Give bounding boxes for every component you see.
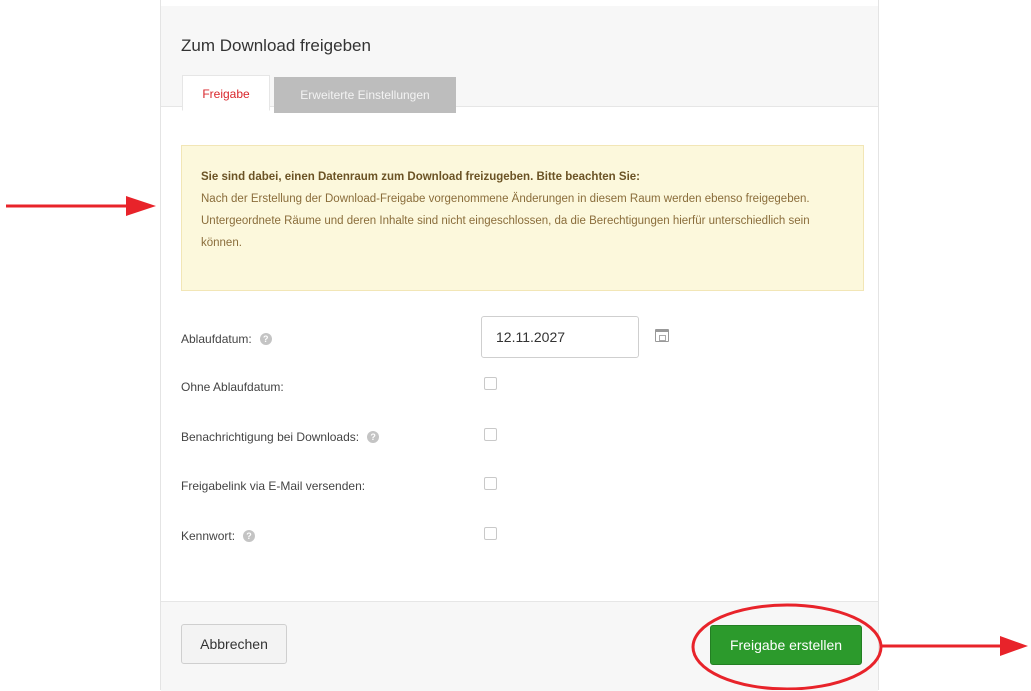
password-label: Kennwort: <box>181 529 236 543</box>
password-checkbox[interactable] <box>484 527 497 540</box>
email-label: Freigabelink via E-Mail versenden: <box>181 479 366 493</box>
email-row-label: Freigabelink via E-Mail versenden: <box>181 479 365 493</box>
email-link-checkbox[interactable] <box>484 477 497 490</box>
expiry-date-input[interactable] <box>481 316 639 358</box>
notify-row-label: Benachrichtigung bei Downloads: ? <box>181 430 380 444</box>
share-download-dialog: Zum Download freigeben Freigabe Erweiter… <box>160 0 879 691</box>
no-expiry-row-label: Ohne Ablaufdatum: <box>181 380 284 394</box>
notify-downloads-checkbox[interactable] <box>484 428 497 441</box>
cancel-button[interactable]: Abbrechen <box>181 624 287 664</box>
expiry-label: Ablaufdatum: <box>181 332 252 346</box>
create-share-button[interactable]: Freigabe erstellen <box>710 625 862 665</box>
notice-line-2: Untergeordnete Räume und deren Inhalte s… <box>201 215 810 249</box>
arrow-right-icon <box>6 196 156 216</box>
dialog-footer: Abbrechen Freigabe erstellen <box>161 601 878 691</box>
calendar-icon[interactable] <box>655 329 669 342</box>
notify-label: Benachrichtigung bei Downloads: <box>181 430 360 444</box>
dialog-title: Zum Download freigeben <box>181 36 371 55</box>
help-circle-icon[interactable]: ? <box>243 530 256 542</box>
notice-line-1: Nach der Erstellung der Download-Freigab… <box>201 193 810 205</box>
password-row-label: Kennwort: ? <box>181 529 256 543</box>
tab-freigabe[interactable]: Freigabe <box>182 75 270 111</box>
dialog-header: Zum Download freigeben Freigabe Erweiter… <box>161 6 878 113</box>
notice-heading: Sie sind dabei, einen Datenraum zum Down… <box>201 171 640 183</box>
tab-advanced-settings[interactable]: Erweiterte Einstellungen <box>274 77 456 113</box>
help-circle-icon[interactable]: ? <box>367 431 380 443</box>
no-expiry-label: Ohne Ablaufdatum: <box>181 380 284 394</box>
expiry-row-label: Ablaufdatum: ? <box>181 332 272 346</box>
warning-notice: Sie sind dabei, einen Datenraum zum Down… <box>181 145 864 291</box>
no-expiry-checkbox[interactable] <box>484 377 497 390</box>
help-circle-icon[interactable]: ? <box>259 333 272 345</box>
arrow-right-icon <box>880 636 1028 656</box>
